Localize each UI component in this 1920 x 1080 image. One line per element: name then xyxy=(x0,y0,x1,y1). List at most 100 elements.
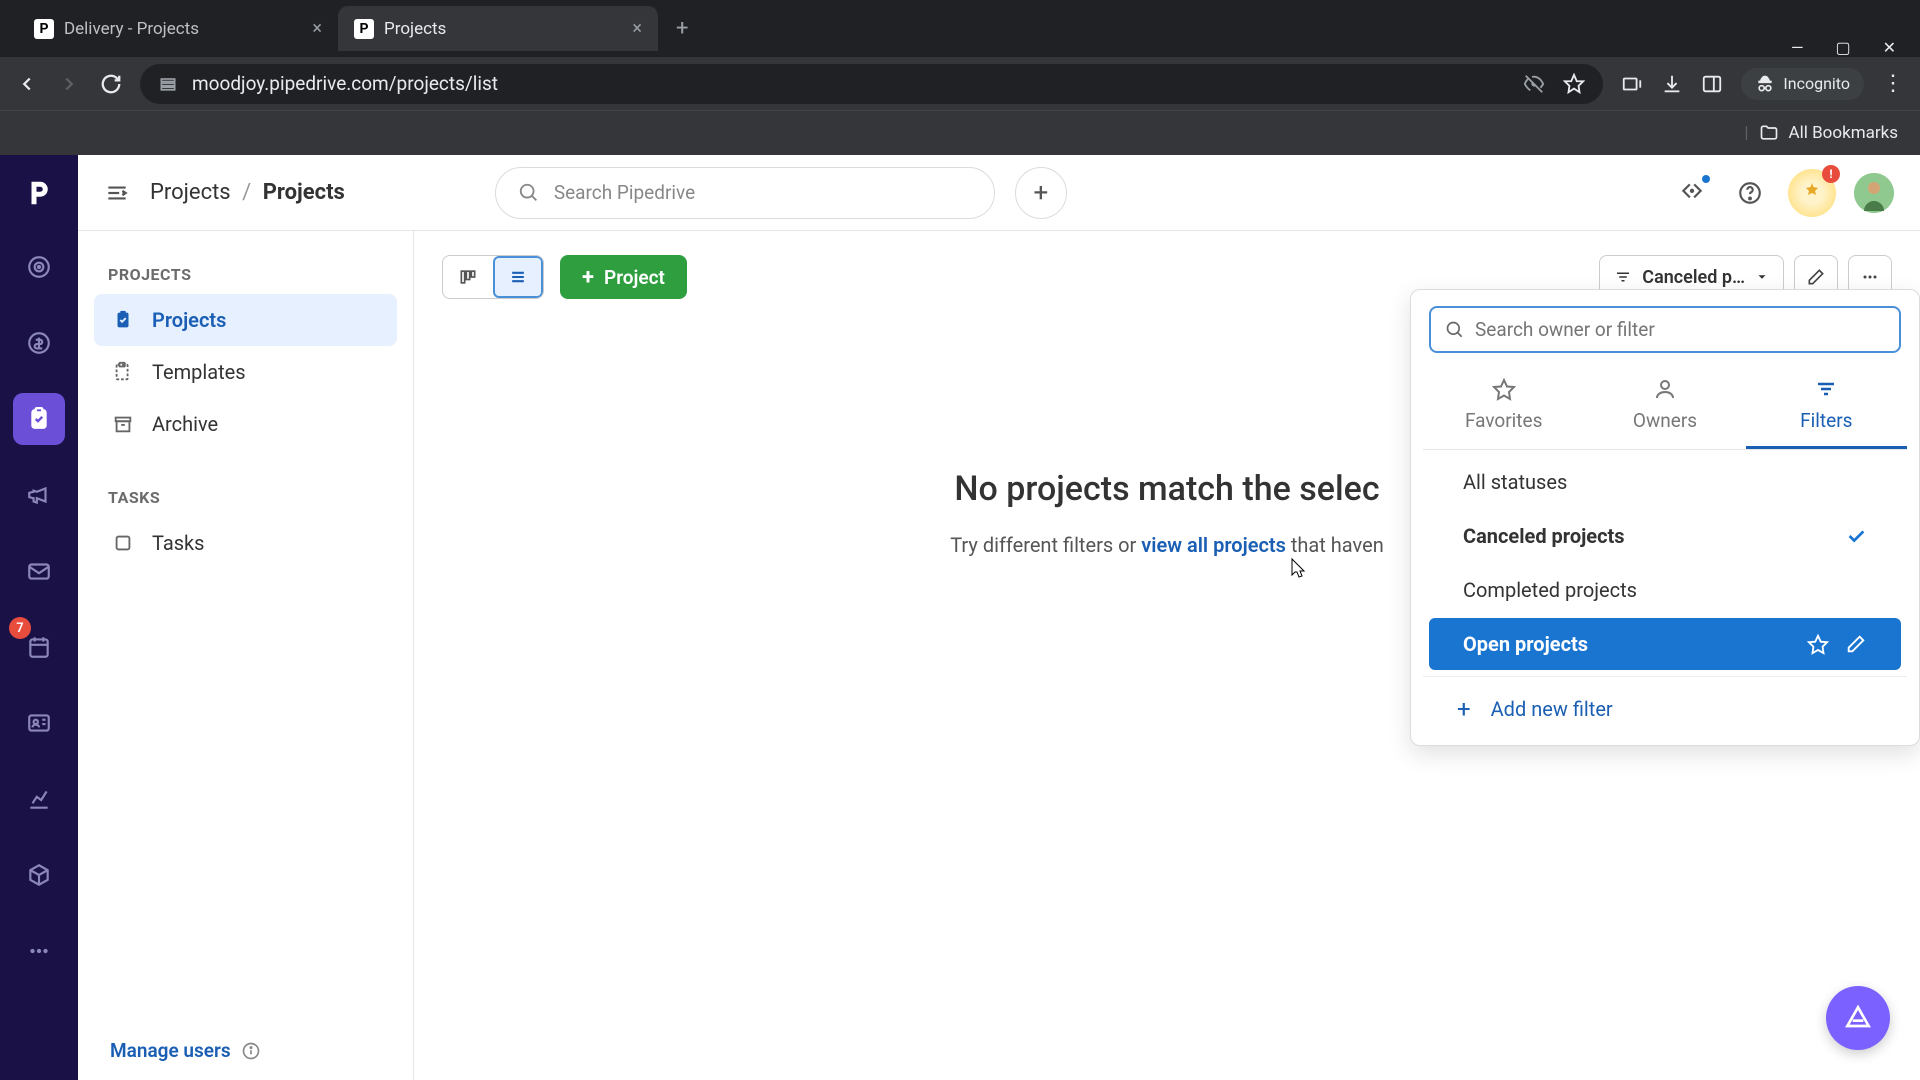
user-avatar[interactable] xyxy=(1854,173,1894,213)
sidebar-item-archive[interactable]: Archive xyxy=(94,398,397,450)
quick-add-button[interactable]: + xyxy=(1015,167,1067,219)
address-bar[interactable]: moodjoy.pipedrive.com/projects/list xyxy=(140,64,1603,104)
sidebar-item-label: Templates xyxy=(152,360,246,384)
folder-icon xyxy=(1759,123,1779,143)
sidebar-item-label: Tasks xyxy=(152,531,205,555)
breadcrumb-current: Projects xyxy=(263,180,345,205)
new-project-button[interactable]: + Project xyxy=(560,255,687,299)
help-fab[interactable] xyxy=(1826,986,1890,1050)
back-button[interactable] xyxy=(16,73,38,95)
bookmark-star-icon[interactable] xyxy=(1563,73,1585,95)
favorite-star-icon[interactable] xyxy=(1807,633,1829,655)
marketplace-icon[interactable] xyxy=(1672,173,1712,213)
assistant-badge: ! xyxy=(1822,165,1840,183)
manage-users-link[interactable]: Manage users xyxy=(110,1039,231,1062)
nav-activities-icon[interactable]: 7 xyxy=(13,621,65,673)
search-icon xyxy=(1445,320,1465,340)
minimize-icon[interactable]: — xyxy=(1791,38,1804,57)
new-tab-button[interactable]: + xyxy=(658,16,706,41)
nav-rail: 7 xyxy=(0,155,78,1080)
clipboard-check-icon xyxy=(110,309,136,331)
browser-tab-active[interactable]: P Projects × xyxy=(338,6,658,51)
filter-icon xyxy=(1814,377,1838,401)
app-logo[interactable] xyxy=(15,169,63,217)
nav-campaigns-icon[interactable] xyxy=(13,469,65,521)
nav-projects-icon[interactable] xyxy=(13,393,65,445)
browser-toolbar: moodjoy.pipedrive.com/projects/list Inco… xyxy=(0,57,1920,110)
panel-icon[interactable] xyxy=(1701,73,1723,95)
add-new-filter-button[interactable]: + Add new filter xyxy=(1423,676,1907,735)
popover-tab-label: Favorites xyxy=(1465,409,1542,432)
secondary-sidebar: PROJECTS Projects Templates xyxy=(78,231,414,1080)
view-toggle-list[interactable] xyxy=(493,256,543,298)
filter-option-canceled[interactable]: Canceled projects xyxy=(1429,510,1901,562)
forward-button[interactable] xyxy=(58,73,80,95)
eye-off-icon[interactable] xyxy=(1523,73,1545,95)
search-placeholder: Search Pipedrive xyxy=(554,181,695,204)
filter-option-label: All statuses xyxy=(1463,470,1567,494)
media-icon[interactable] xyxy=(1621,73,1643,95)
add-new-filter-label: Add new filter xyxy=(1491,697,1613,721)
sidebar-section-tasks: TASKS xyxy=(94,478,397,517)
incognito-label: Incognito xyxy=(1783,74,1850,93)
close-window-icon[interactable]: ✕ xyxy=(1883,38,1896,57)
search-icon xyxy=(518,182,540,204)
filter-option-completed[interactable]: Completed projects xyxy=(1429,564,1901,616)
edit-icon[interactable] xyxy=(1845,633,1867,655)
breadcrumb: Projects / Projects xyxy=(150,180,345,205)
nav-deals-icon[interactable] xyxy=(13,317,65,369)
tab-favicon: P xyxy=(34,19,54,39)
sidebar-item-label: Archive xyxy=(152,412,218,436)
popover-tab-filters[interactable]: Filters xyxy=(1746,367,1907,449)
help-icon[interactable] xyxy=(1730,173,1770,213)
info-icon[interactable] xyxy=(241,1041,261,1061)
person-icon xyxy=(1653,377,1677,401)
sidebar-section-projects: PROJECTS xyxy=(94,255,397,294)
all-bookmarks-link[interactable]: All Bookmarks xyxy=(1789,123,1898,143)
view-all-projects-link[interactable]: view all projects xyxy=(1141,533,1286,557)
browser-tab[interactable]: P Delivery - Projects × xyxy=(18,6,338,51)
downloads-icon[interactable] xyxy=(1661,73,1683,95)
close-icon[interactable]: × xyxy=(632,18,642,39)
template-icon xyxy=(110,361,136,383)
close-icon[interactable]: × xyxy=(312,18,322,39)
popover-search[interactable] xyxy=(1429,306,1901,353)
sidebar-item-templates[interactable]: Templates xyxy=(94,346,397,398)
site-settings-icon[interactable] xyxy=(158,74,178,94)
breadcrumb-root[interactable]: Projects xyxy=(150,180,231,205)
sidebar-item-label: Projects xyxy=(152,308,226,332)
nav-insights-icon[interactable] xyxy=(13,773,65,825)
nav-leads-icon[interactable] xyxy=(13,241,65,293)
filter-option-open[interactable]: Open projects xyxy=(1429,618,1901,670)
global-search[interactable]: Search Pipedrive xyxy=(495,167,995,219)
browser-tab-strip: P Delivery - Projects × P Projects × + —… xyxy=(0,0,1920,57)
incognito-badge: Incognito xyxy=(1741,68,1864,100)
nav-mail-icon[interactable] xyxy=(13,545,65,597)
filter-option-all[interactable]: All statuses xyxy=(1429,456,1901,508)
tab-title: Delivery - Projects xyxy=(64,19,302,39)
nav-more-icon[interactable] xyxy=(13,925,65,977)
view-toggle-board[interactable] xyxy=(443,256,493,298)
chrome-menu-icon[interactable]: ⋮ xyxy=(1882,71,1904,96)
nav-contacts-icon[interactable] xyxy=(13,697,65,749)
nav-products-icon[interactable] xyxy=(13,849,65,901)
popover-tab-favorites[interactable]: Favorites xyxy=(1423,367,1584,449)
filter-icon xyxy=(1614,268,1632,286)
filter-popover: Favorites Owners Filters All statuses xyxy=(1410,289,1920,746)
popover-search-input[interactable] xyxy=(1475,318,1885,341)
sidebar-item-projects[interactable]: Projects xyxy=(94,294,397,346)
maximize-icon[interactable]: ▢ xyxy=(1835,38,1850,57)
reload-button[interactable] xyxy=(100,73,122,95)
check-icon xyxy=(1845,525,1867,547)
popover-tab-owners[interactable]: Owners xyxy=(1584,367,1745,449)
plus-icon: + xyxy=(1457,695,1471,723)
popover-tabs: Favorites Owners Filters xyxy=(1423,367,1907,450)
star-icon xyxy=(1492,377,1516,401)
sidebar-toggle-icon[interactable] xyxy=(104,180,130,206)
chevron-down-icon xyxy=(1755,270,1769,284)
app-header: Projects / Projects Search Pipedrive + xyxy=(78,155,1920,231)
popover-tab-label: Filters xyxy=(1800,409,1852,432)
sidebar-item-tasks[interactable]: Tasks xyxy=(94,517,397,569)
bookmarks-bar: | All Bookmarks xyxy=(0,110,1920,155)
assistant-icon[interactable]: ! xyxy=(1788,169,1836,217)
